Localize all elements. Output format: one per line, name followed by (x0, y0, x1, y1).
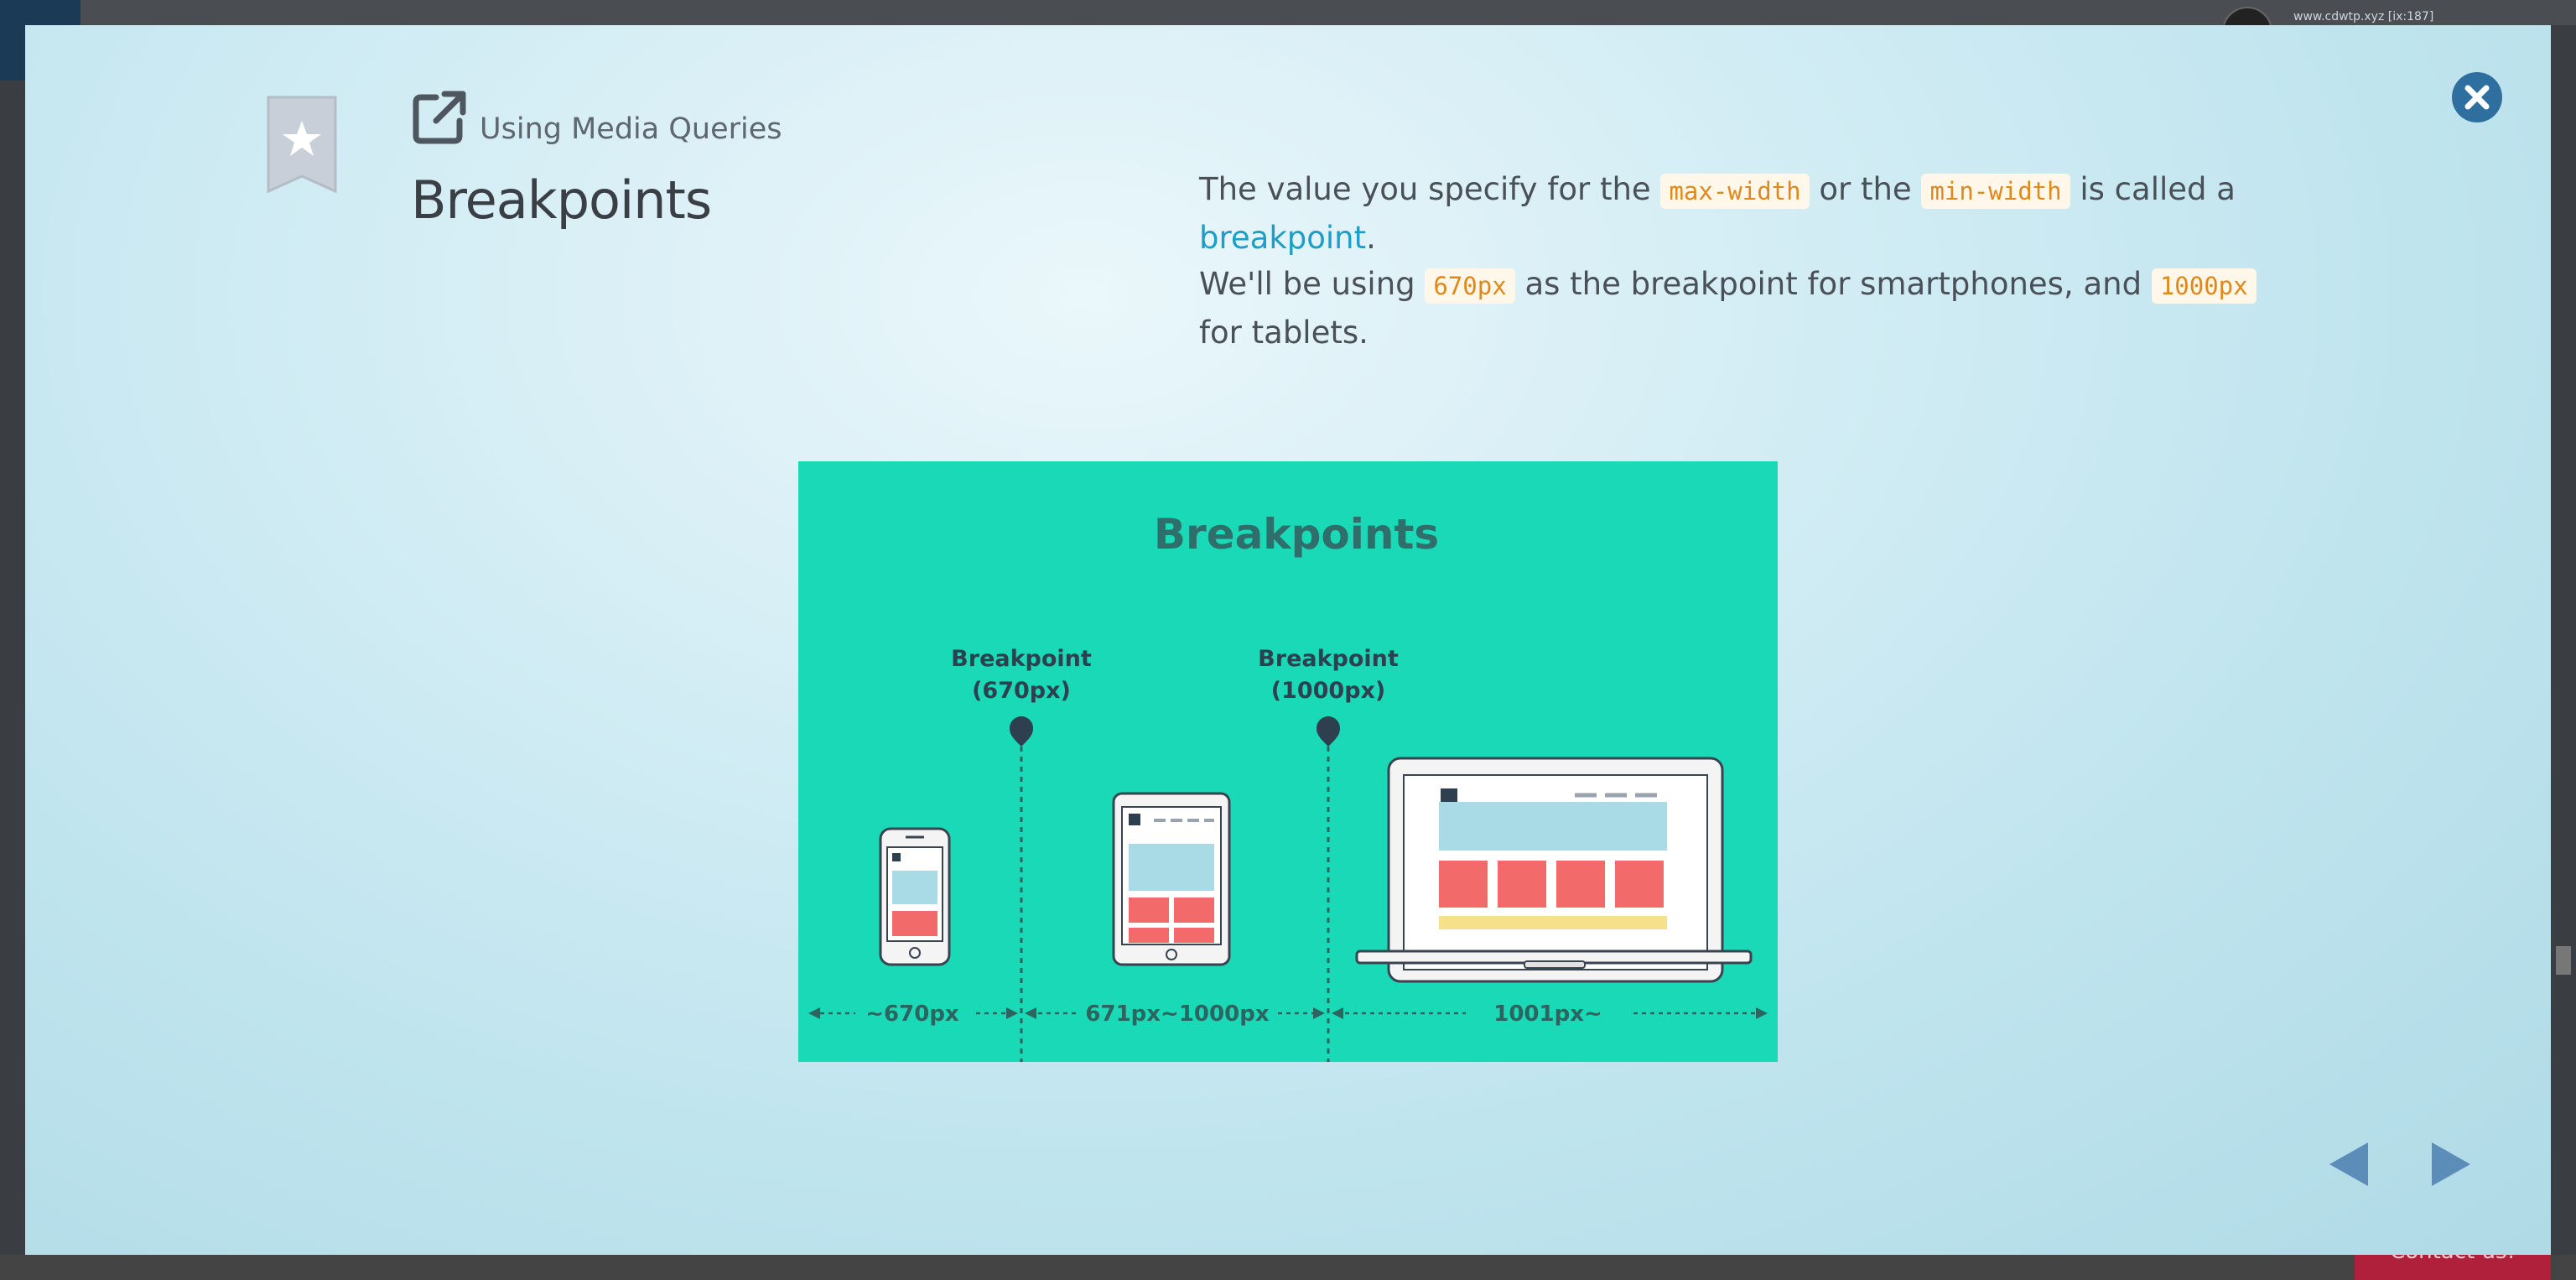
description-text: We'll be using (1199, 266, 1426, 302)
background-top-bar (0, 0, 2576, 25)
breakpoint-2-value: (1000px) (1271, 678, 1386, 704)
arrow-right-icon[interactable] (2430, 1141, 2472, 1188)
slide-modal: Using Media Queries Breakpoints The valu… (25, 25, 2551, 1255)
smartphone-icon (879, 827, 951, 966)
breakpoint-link[interactable]: breakpoint (1199, 220, 1366, 256)
breakpoints-diagram: Breakpoints Breakpoint (670px) Breakpoin… (808, 510, 1768, 1062)
breakpoint-1-value: (670px) (972, 678, 1071, 704)
section-label: Using Media Queries (480, 112, 782, 146)
description-text: for tablets. (1199, 315, 1368, 351)
background-address-text: www.cdwtp.xyz [ix:187] (2293, 10, 2434, 23)
arrow-left-icon[interactable] (2328, 1141, 2370, 1188)
range-label-large: 1001px~ (1493, 1002, 1602, 1027)
code-670px: 670px (1425, 268, 1515, 304)
breakpoints-illustration: Breakpoints Breakpoint (670px) Breakpoin… (798, 461, 1778, 1062)
description-text: The value you specify for the (1199, 171, 1661, 207)
background-bottom-bar (0, 1255, 2576, 1280)
bookmark-star-icon[interactable] (267, 96, 337, 195)
code-min-width: min-width (1921, 174, 2070, 209)
external-link-icon[interactable] (411, 89, 468, 146)
breakpoint-2-label: Breakpoint (1258, 646, 1399, 672)
description-text: is called a (2070, 171, 2236, 207)
description-text: as the breakpoint for smartphones, and (1514, 266, 2152, 302)
tablet-icon (1112, 792, 1231, 966)
range-label-small: ~670px (865, 1002, 959, 1027)
figure-title: Breakpoints (1154, 510, 1439, 559)
page-title: Breakpoints (411, 169, 712, 231)
range-label-medium: 671px~1000px (1085, 1002, 1269, 1027)
description-text: . (1366, 220, 1376, 256)
description-text: or the (1809, 171, 1922, 207)
code-max-width: max-width (1660, 174, 1810, 209)
breakpoint-2-pin-icon (1317, 716, 1340, 747)
close-icon[interactable] (2450, 70, 2504, 124)
breakpoint-1-pin-icon (1010, 716, 1033, 747)
code-1000px: 1000px (2151, 268, 2257, 304)
breakpoint-1-label: Breakpoint (951, 646, 1092, 672)
background-scrollbar[interactable] (2556, 946, 2571, 975)
laptop-icon (1355, 757, 1753, 983)
slide-description: The value you specify for the max-width … (1199, 166, 2289, 356)
